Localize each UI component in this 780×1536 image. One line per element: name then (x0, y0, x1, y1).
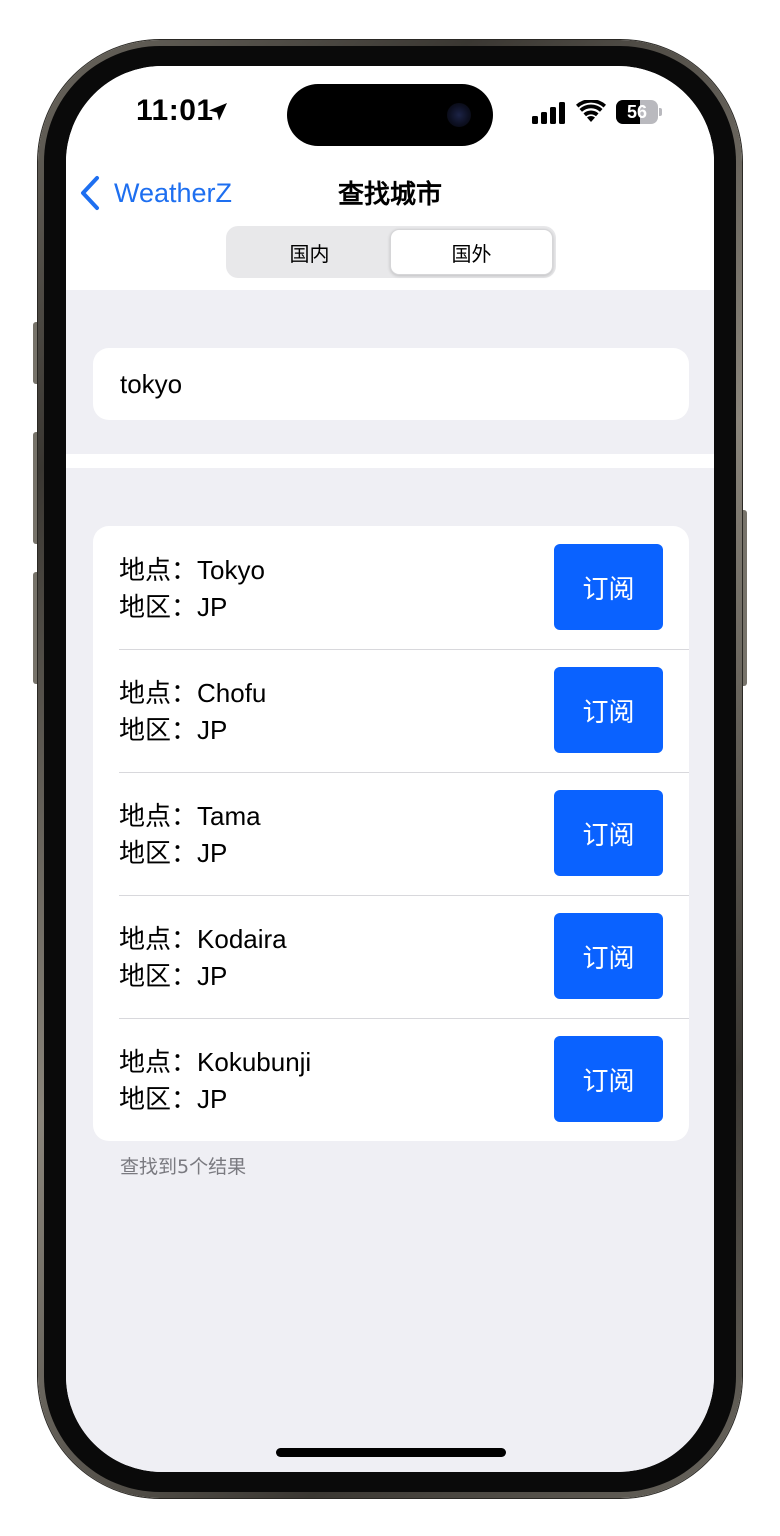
screen: 11:01 56 WeatherZ 查找城市 国内 国外 tokyo 地点：To… (66, 66, 714, 1472)
location-line: 地点：Tama (119, 798, 261, 835)
result-info: 地点：Tama 地区：JP (119, 798, 261, 872)
region-line: 地区：JP (119, 958, 287, 995)
location-arrow-icon (209, 103, 227, 121)
wifi-icon (576, 100, 606, 122)
region-key: 地区： (119, 962, 198, 992)
result-row: 地点：Chofu 地区：JP 订阅 (93, 649, 689, 772)
location-line: 地点：Tokyo (119, 552, 265, 589)
location-key: 地点： (119, 679, 198, 709)
results-list: 地点：Tokyo 地区：JP 订阅 地点：Chofu 地区：JP 订阅 地点：T… (93, 526, 689, 1141)
region-value: JP (197, 592, 228, 622)
search-input[interactable] (120, 368, 689, 400)
region-segmented-control: 国内 国外 (226, 226, 556, 278)
segment-domestic[interactable]: 国内 (229, 229, 390, 275)
segment-international[interactable]: 国外 (390, 229, 553, 275)
location-line: 地点：Chofu (119, 675, 266, 712)
result-row: 地点：Tama 地区：JP 订阅 (93, 772, 689, 895)
subscribe-button[interactable]: 订阅 (554, 913, 663, 999)
search-field[interactable] (93, 348, 689, 420)
region-key: 地区： (119, 716, 198, 746)
location-value: Tama (197, 801, 261, 831)
battery-cap (659, 108, 662, 116)
location-key: 地点： (119, 802, 198, 832)
location-value: Chofu (197, 678, 267, 708)
status-bar: 11:01 56 (66, 66, 714, 166)
result-info: 地点：Tokyo 地区：JP (119, 552, 265, 626)
region-value: JP (197, 715, 228, 745)
location-key: 地点： (119, 1048, 198, 1078)
battery-level: 56 (626, 102, 648, 122)
navigation-bar: WeatherZ 查找城市 国内 国外 (66, 166, 714, 290)
result-row: 地点：Tokyo 地区：JP 订阅 (93, 526, 689, 649)
region-line: 地区：JP (119, 835, 261, 872)
battery-icon: 56 (616, 100, 662, 124)
result-info: 地点：Chofu 地区：JP (119, 675, 266, 749)
subscribe-button[interactable]: 订阅 (554, 1036, 663, 1122)
location-value: Kokubunji (197, 1047, 312, 1077)
front-camera-icon (447, 103, 471, 127)
location-key: 地点： (119, 925, 198, 955)
region-line: 地区：JP (119, 589, 265, 626)
home-indicator[interactable] (276, 1448, 506, 1457)
section-divider (66, 454, 714, 468)
subscribe-button[interactable]: 订阅 (554, 790, 663, 876)
region-key: 地区： (119, 1085, 198, 1115)
result-row: 地点：Kokubunji 地区：JP 订阅 (93, 1018, 689, 1141)
results-count: 查找到5个结果 (120, 1156, 247, 1178)
region-line: 地区：JP (119, 1081, 311, 1118)
location-key: 地点： (119, 556, 198, 586)
search-section (66, 290, 714, 454)
dynamic-island (287, 84, 493, 146)
result-info: 地点：Kodaira 地区：JP (119, 921, 287, 995)
battery-body: 56 (616, 100, 658, 124)
subscribe-button[interactable]: 订阅 (554, 667, 663, 753)
location-value: Kodaira (197, 924, 287, 954)
cellular-signal-icon (532, 102, 565, 124)
location-value: Tokyo (197, 555, 265, 585)
results-section: 地点：Tokyo 地区：JP 订阅 地点：Chofu 地区：JP 订阅 地点：T… (66, 468, 714, 1472)
status-time: 11:01 (136, 94, 214, 127)
page-title: 查找城市 (337, 180, 442, 210)
region-value: JP (197, 1084, 228, 1114)
location-line: 地点：Kodaira (119, 921, 287, 958)
region-value: JP (197, 961, 228, 991)
location-line: 地点：Kokubunji (119, 1044, 311, 1081)
result-info: 地点：Kokubunji 地区：JP (119, 1044, 311, 1118)
region-value: JP (197, 838, 228, 868)
region-key: 地区： (119, 593, 198, 623)
region-line: 地区：JP (119, 712, 266, 749)
region-key: 地区： (119, 839, 198, 869)
subscribe-button[interactable]: 订阅 (554, 544, 663, 630)
result-row: 地点：Kodaira 地区：JP 订阅 (93, 895, 689, 1018)
